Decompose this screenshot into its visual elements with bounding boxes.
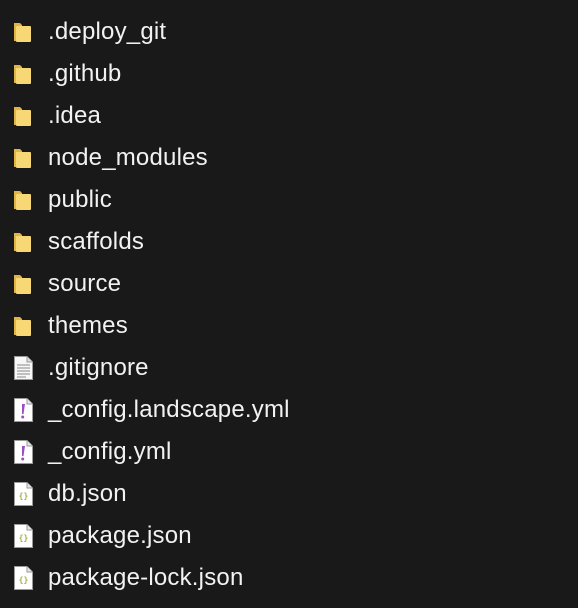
file-name: .github xyxy=(48,60,122,87)
file-row-package-json[interactable]: {} package.json xyxy=(0,515,578,557)
folder-icon xyxy=(12,313,34,339)
file-row-idea[interactable]: .idea xyxy=(0,95,578,137)
text-file-icon xyxy=(12,355,34,381)
yaml-file-icon xyxy=(12,397,34,423)
folder-icon xyxy=(12,271,34,297)
folder-icon xyxy=(12,103,34,129)
file-row-config-yml[interactable]: _config.yml xyxy=(0,431,578,473)
file-row-scaffolds[interactable]: scaffolds xyxy=(0,221,578,263)
file-name: _config.landscape.yml xyxy=(48,396,290,423)
json-file-icon: {} xyxy=(12,565,34,591)
json-file-icon: {} xyxy=(12,481,34,507)
folder-icon xyxy=(12,61,34,87)
file-row-config-landscape-yml[interactable]: _config.landscape.yml xyxy=(0,389,578,431)
file-row-source[interactable]: source xyxy=(0,263,578,305)
folder-icon xyxy=(12,145,34,171)
file-row-github[interactable]: .github xyxy=(0,53,578,95)
file-name: db.json xyxy=(48,480,127,507)
file-name: _config.yml xyxy=(48,438,172,465)
json-file-icon: {} xyxy=(12,523,34,549)
svg-text:{}: {} xyxy=(19,492,29,501)
file-name: public xyxy=(48,186,112,213)
file-name: .idea xyxy=(48,102,102,129)
file-row-gitignore[interactable]: .gitignore xyxy=(0,347,578,389)
file-list: .deploy_git .github .idea node_modules p… xyxy=(0,0,578,608)
file-row-deploy-git[interactable]: .deploy_git xyxy=(0,11,578,53)
folder-icon xyxy=(12,19,34,45)
file-name: .deploy_git xyxy=(48,18,167,45)
file-name: node_modules xyxy=(48,144,208,171)
svg-text:{}: {} xyxy=(19,576,29,585)
file-name: .gitignore xyxy=(48,354,149,381)
file-row-package-lock-json[interactable]: {} package-lock.json xyxy=(0,557,578,599)
file-name: package.json xyxy=(48,522,192,549)
folder-icon xyxy=(12,229,34,255)
file-row-themes[interactable]: themes xyxy=(0,305,578,347)
file-name: package-lock.json xyxy=(48,564,244,591)
folder-icon xyxy=(12,187,34,213)
file-row-node-modules[interactable]: node_modules xyxy=(0,137,578,179)
file-name: scaffolds xyxy=(48,228,145,255)
svg-text:{}: {} xyxy=(19,534,29,543)
file-name: source xyxy=(48,270,122,297)
yaml-file-icon xyxy=(12,439,34,465)
file-row-db-json[interactable]: {} db.json xyxy=(0,473,578,515)
file-row-public[interactable]: public xyxy=(0,179,578,221)
file-name: themes xyxy=(48,312,128,339)
